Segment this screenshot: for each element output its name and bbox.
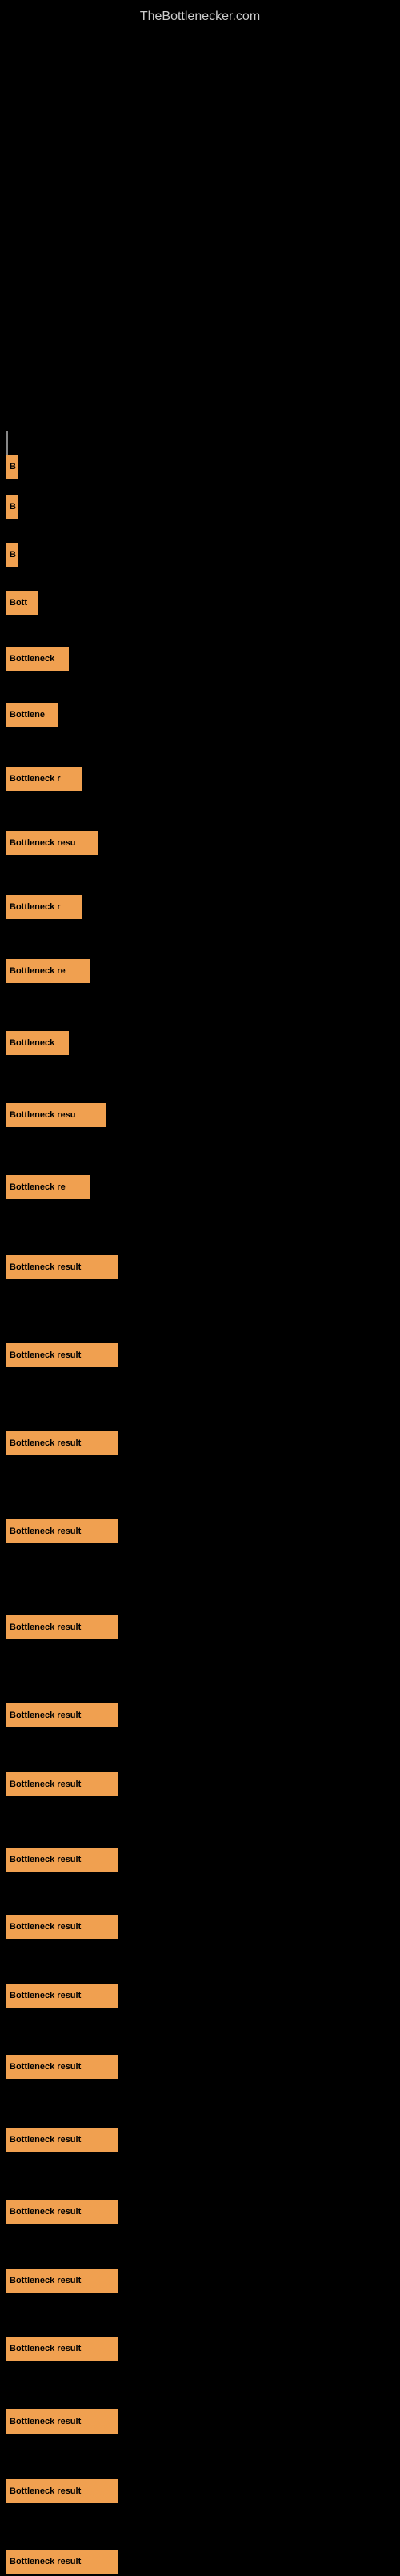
bar-label: Bottleneck resu — [10, 1110, 76, 1120]
bar-label: Bottleneck result — [10, 2486, 81, 2496]
bar-row: Bottleneck result — [6, 1255, 118, 1279]
bar-label: Bottleneck result — [10, 2557, 81, 2566]
bar-row: Bottleneck result — [6, 2200, 118, 2224]
bar-row: Bottleneck result — [6, 1848, 118, 1872]
bar-row: Bottleneck result — [6, 1519, 118, 1543]
site-title: TheBottlenecker.com — [0, 0, 400, 30]
bar-row: Bottleneck result — [6, 1431, 118, 1455]
bar-row: Bottleneck result — [6, 2269, 118, 2293]
bars-wrapper: B B B Bott Bottleneck Bottlene Bottleneck r Bot… — [0, 30, 400, 2576]
bar-row: Bottleneck result — [6, 1615, 118, 1639]
bar-row: Bottleneck result — [6, 2337, 118, 2361]
bar-row: Bottleneck result — [6, 2409, 118, 2434]
bar-label: Bottleneck resu — [10, 838, 76, 848]
bar-row: Bottleneck result — [6, 2479, 118, 2503]
vertical-line — [6, 431, 8, 455]
bar-label: Bottleneck result — [10, 1623, 81, 1632]
bar-label: Bottleneck result — [10, 1711, 81, 1720]
bar-label: Bottleneck — [10, 654, 54, 664]
bar-row: Bottleneck result — [6, 2550, 118, 2574]
bar-row: Bottleneck resu — [6, 1103, 106, 1127]
bar-row: B — [6, 455, 18, 479]
bar-label: Bottleneck — [10, 1038, 54, 1048]
bar-label: Bottleneck result — [10, 2344, 81, 2353]
bar-label: Bottleneck result — [10, 1780, 81, 1789]
bar-row: Bottleneck result — [6, 2055, 118, 2079]
bar-row: Bottleneck result — [6, 1915, 118, 1939]
bar-label: Bott — [10, 598, 27, 608]
bar-label: Bottleneck r — [10, 902, 61, 912]
site-title-container: TheBottlenecker.com — [0, 0, 400, 30]
bar-row: Bottleneck r — [6, 895, 82, 919]
bar-row: Bottleneck result — [6, 1343, 118, 1367]
bar-row: Bottlene — [6, 703, 58, 727]
bar-row: Bottleneck — [6, 647, 69, 671]
bar-row: B — [6, 495, 18, 519]
bar-row: Bottleneck result — [6, 1703, 118, 1727]
bar-row: Bottleneck r — [6, 767, 82, 791]
bar-label: Bottleneck result — [10, 1855, 81, 1864]
bar-label: Bottleneck result — [10, 2207, 81, 2217]
bar-label: Bottleneck re — [10, 966, 66, 976]
bar-label: B — [10, 550, 16, 560]
bar-label: Bottleneck result — [10, 1922, 81, 1932]
bar-label: Bottleneck re — [10, 1182, 66, 1192]
bar-label: Bottleneck result — [10, 2135, 81, 2145]
bar-row: Bottleneck re — [6, 1175, 90, 1199]
bar-row: Bottleneck result — [6, 1984, 118, 2008]
bar-label: Bottleneck result — [10, 1350, 81, 1360]
bar-label: Bottleneck result — [10, 2417, 81, 2426]
bar-row: Bottleneck result — [6, 1772, 118, 1796]
bar-row: Bott — [6, 591, 38, 615]
bar-label: Bottleneck result — [10, 1991, 81, 2000]
bar-label: Bottleneck result — [10, 1527, 81, 1536]
bar-row: B — [6, 543, 18, 567]
bar-label: Bottleneck result — [10, 1438, 81, 1448]
bar-row: Bottleneck result — [6, 2128, 118, 2152]
bar-label: B — [10, 502, 16, 512]
bar-label: Bottlene — [10, 710, 45, 720]
bar-label: Bottleneck result — [10, 2276, 81, 2285]
bar-row: Bottleneck re — [6, 959, 90, 983]
bar-label: Bottleneck result — [10, 1262, 81, 1272]
bar-row: Bottleneck — [6, 1031, 69, 1055]
bar-label: Bottleneck r — [10, 774, 61, 784]
bar-row: Bottleneck resu — [6, 831, 98, 855]
bar-label: Bottleneck result — [10, 2062, 81, 2072]
bar-label: B — [10, 462, 16, 471]
